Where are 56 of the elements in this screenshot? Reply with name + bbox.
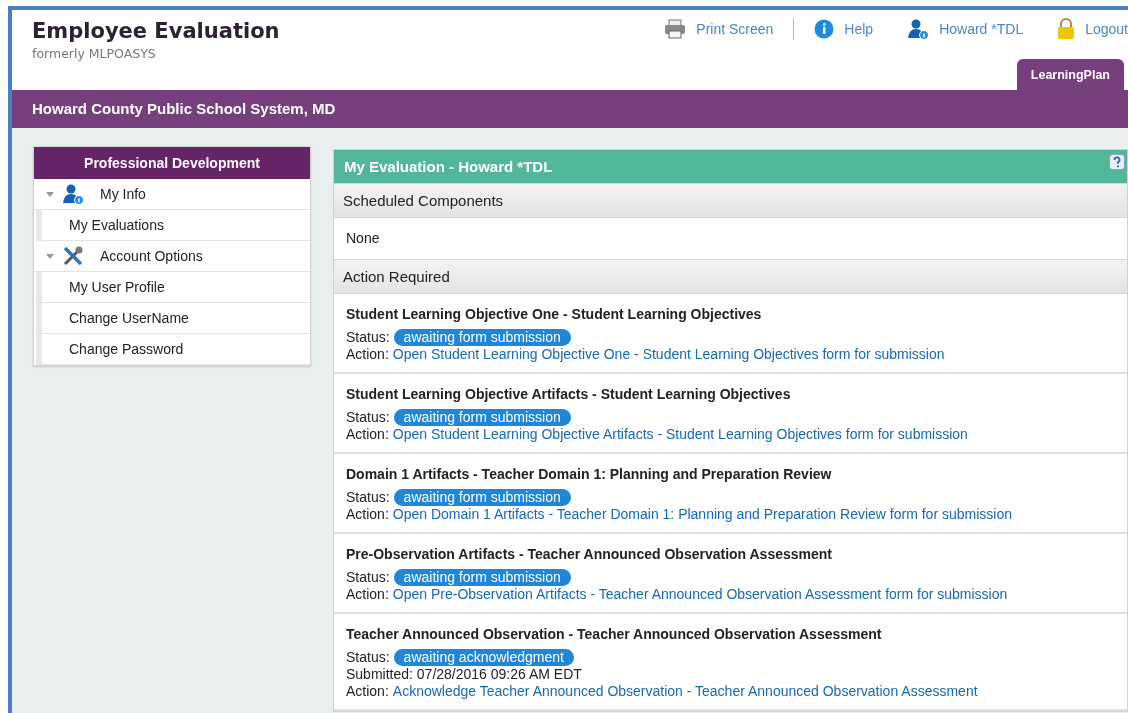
action-link[interactable]: Acknowledge Teacher Announced Observation - Teacher Announced Observation Assessment bbox=[392, 683, 978, 700]
item-title: Student Learning Objective One - Student Learning Objectives bbox=[346, 306, 763, 323]
action-label: Action: bbox=[346, 426, 389, 443]
section-heading: Action Required bbox=[334, 259, 1127, 294]
organization-bar: Howard County Public School System, MD bbox=[12, 90, 1128, 128]
sidebar-title: Professional Development bbox=[34, 147, 310, 179]
item-title: Pre-Observation Artifacts - Teacher Announced Observation Assessment bbox=[346, 546, 833, 563]
action-label: Action: bbox=[346, 506, 389, 523]
action-link[interactable]: Open Pre-Observation Artifacts - Teacher Announced Observation Assessment form for submission bbox=[392, 586, 1008, 603]
padlock-icon bbox=[1057, 18, 1076, 40]
nav-link[interactable]: Logout bbox=[1023, 18, 1128, 40]
status-badge: awaiting form submission bbox=[393, 329, 571, 346]
action-label: Action: bbox=[346, 346, 389, 363]
item-title: Teacher Announced Observation - Teacher Announced Observation Assessment bbox=[346, 626, 883, 643]
user-icon bbox=[62, 183, 84, 205]
action-link[interactable]: Open Student Learning Objective Artifacts - Student Learning Objectives form for submission bbox=[392, 426, 968, 443]
printer-icon bbox=[664, 19, 687, 39]
section-heading: Scheduled Components bbox=[334, 183, 1127, 218]
action-label: Action: bbox=[346, 683, 389, 700]
nav-link[interactable]: Howard *TDL bbox=[873, 18, 1024, 40]
sidebar-group[interactable]: My Info bbox=[34, 179, 310, 210]
status-label: Status: bbox=[346, 409, 390, 426]
tools-icon bbox=[62, 245, 84, 267]
status-label: Status: bbox=[346, 649, 390, 666]
status-label: Status: bbox=[346, 329, 390, 346]
sidebar-item[interactable]: My Evaluations bbox=[36, 210, 310, 241]
panel-title: My Evaluation - Howard *TDL bbox=[334, 150, 1127, 183]
status-badge: awaiting form submission bbox=[393, 489, 571, 506]
user-icon bbox=[907, 18, 930, 40]
status-badge: awaiting form submission bbox=[393, 409, 571, 426]
info-icon bbox=[814, 19, 835, 39]
group-label: My Info bbox=[100, 186, 146, 202]
action-link[interactable]: Open Domain 1 Artifacts - Teacher Domain 1: Planning and Preparation Review form for submission bbox=[392, 506, 1012, 523]
status-badge: awaiting acknowledgment bbox=[393, 649, 574, 666]
action-link[interactable]: Open Student Learning Objective One - Student Learning Objectives form for submission bbox=[392, 346, 945, 363]
item-title: Student Learning Objective Artifacts - Student Learning Objectives bbox=[346, 386, 792, 403]
sidebar-item[interactable]: My User Profile bbox=[36, 272, 310, 303]
sidebar-item[interactable]: Change UserName bbox=[36, 303, 310, 334]
help-icon[interactable] bbox=[1109, 154, 1125, 170]
group-label: Account Options bbox=[100, 248, 203, 264]
nav-link[interactable]: Print Screen bbox=[630, 19, 774, 39]
caret-icon[interactable] bbox=[46, 190, 54, 198]
nav-link[interactable]: Help bbox=[794, 19, 874, 39]
sidebar-group[interactable]: Account Options bbox=[34, 241, 310, 272]
app-subtitle: formerly MLPOASYS bbox=[32, 46, 157, 61]
tab[interactable]: LearningPlan bbox=[1016, 59, 1124, 90]
status-badge: awaiting form submission bbox=[393, 569, 571, 586]
status-label: Status: bbox=[346, 489, 390, 506]
status-label: Status: bbox=[346, 569, 390, 586]
app-title: Employee Evaluation bbox=[32, 19, 280, 43]
item-title: Domain 1 Artifacts - Teacher Domain 1: Planning and Preparation Review bbox=[346, 466, 833, 483]
submitted-text: Submitted: 07/28/2016 09:26 AM EDT bbox=[346, 666, 582, 683]
sidebar-item[interactable]: Change Password bbox=[36, 334, 310, 365]
empty-text: None bbox=[345, 229, 381, 248]
action-label: Action: bbox=[346, 586, 389, 603]
caret-icon[interactable] bbox=[46, 252, 54, 260]
